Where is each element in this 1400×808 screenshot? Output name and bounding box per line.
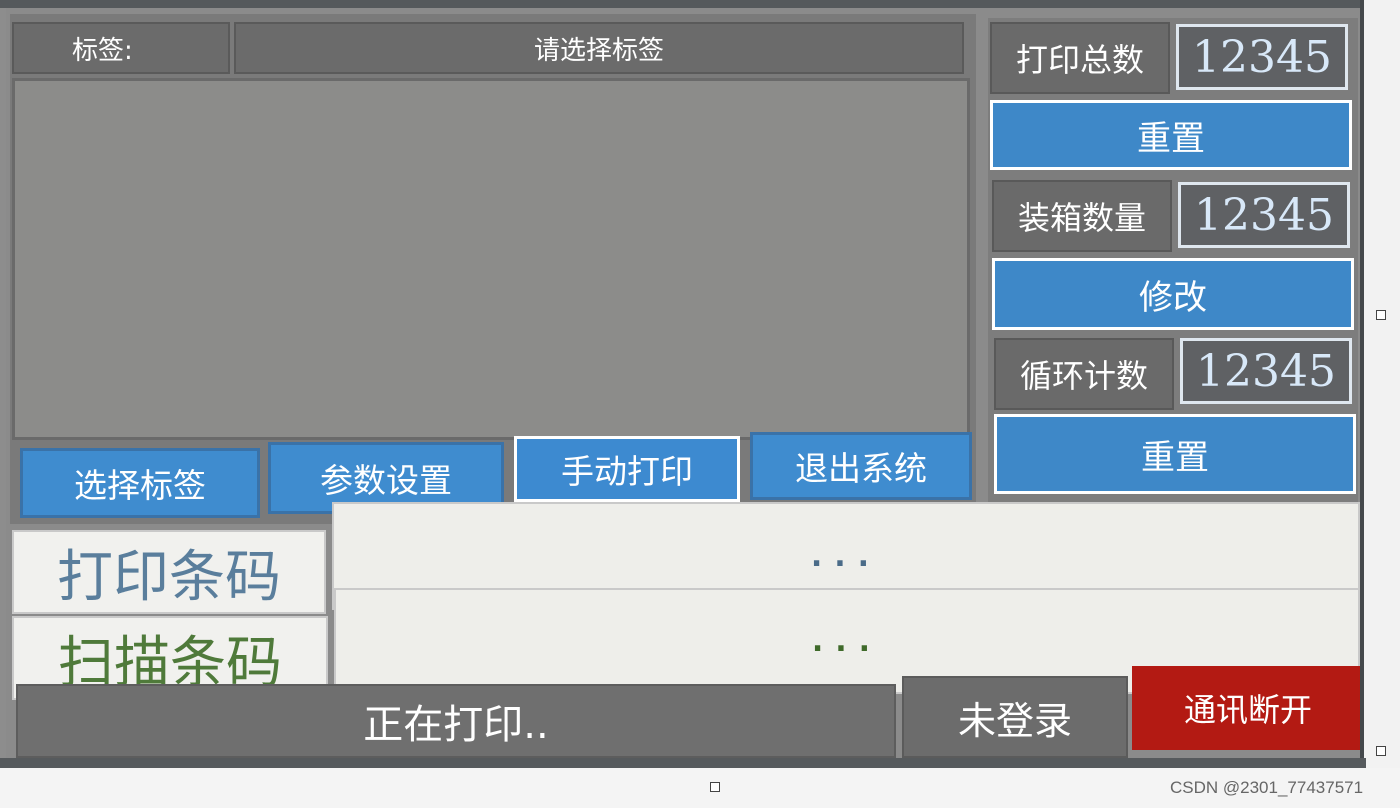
cycle-count-label: 循环计数 [994, 338, 1174, 410]
communication-status: 通讯断开 [1132, 666, 1364, 750]
modify-box-qty-button[interactable]: 修改 [992, 258, 1354, 330]
login-status[interactable]: 未登录 [902, 676, 1128, 758]
background-right [1364, 0, 1400, 808]
print-barcode-label: 打印条码 [12, 530, 326, 614]
label-title: 标签: [12, 22, 230, 74]
manual-print-button[interactable]: 手动打印 [514, 436, 740, 502]
resize-handle-right[interactable] [1376, 310, 1386, 320]
hmi-screen: 标签: 请选择标签 选择标签 参数设置 手动打印 退出系统 打印总数 12345… [6, 8, 1364, 758]
print-status-message: 正在打印.. [16, 684, 896, 758]
cycle-count-value: 12345 [1180, 338, 1352, 404]
print-total-value: 12345 [1176, 24, 1348, 90]
box-qty-label: 装箱数量 [992, 180, 1172, 252]
box-qty-value: 12345 [1178, 182, 1350, 248]
label-selection-display[interactable]: 请选择标签 [234, 22, 964, 74]
select-label-button[interactable]: 选择标签 [20, 448, 260, 518]
resize-handle-corner[interactable] [1376, 746, 1386, 756]
reset-cycle-count-button[interactable]: 重置 [994, 414, 1356, 494]
print-total-label: 打印总数 [990, 22, 1170, 94]
monitor-bezel-top [0, 0, 1400, 8]
resize-handle-bottom[interactable] [710, 782, 720, 792]
watermark-text: CSDN @2301_77437571 [1170, 778, 1364, 797]
exit-system-button[interactable]: 退出系统 [750, 432, 972, 500]
label-preview-area [12, 78, 970, 440]
reset-print-total-button[interactable]: 重置 [990, 100, 1352, 170]
